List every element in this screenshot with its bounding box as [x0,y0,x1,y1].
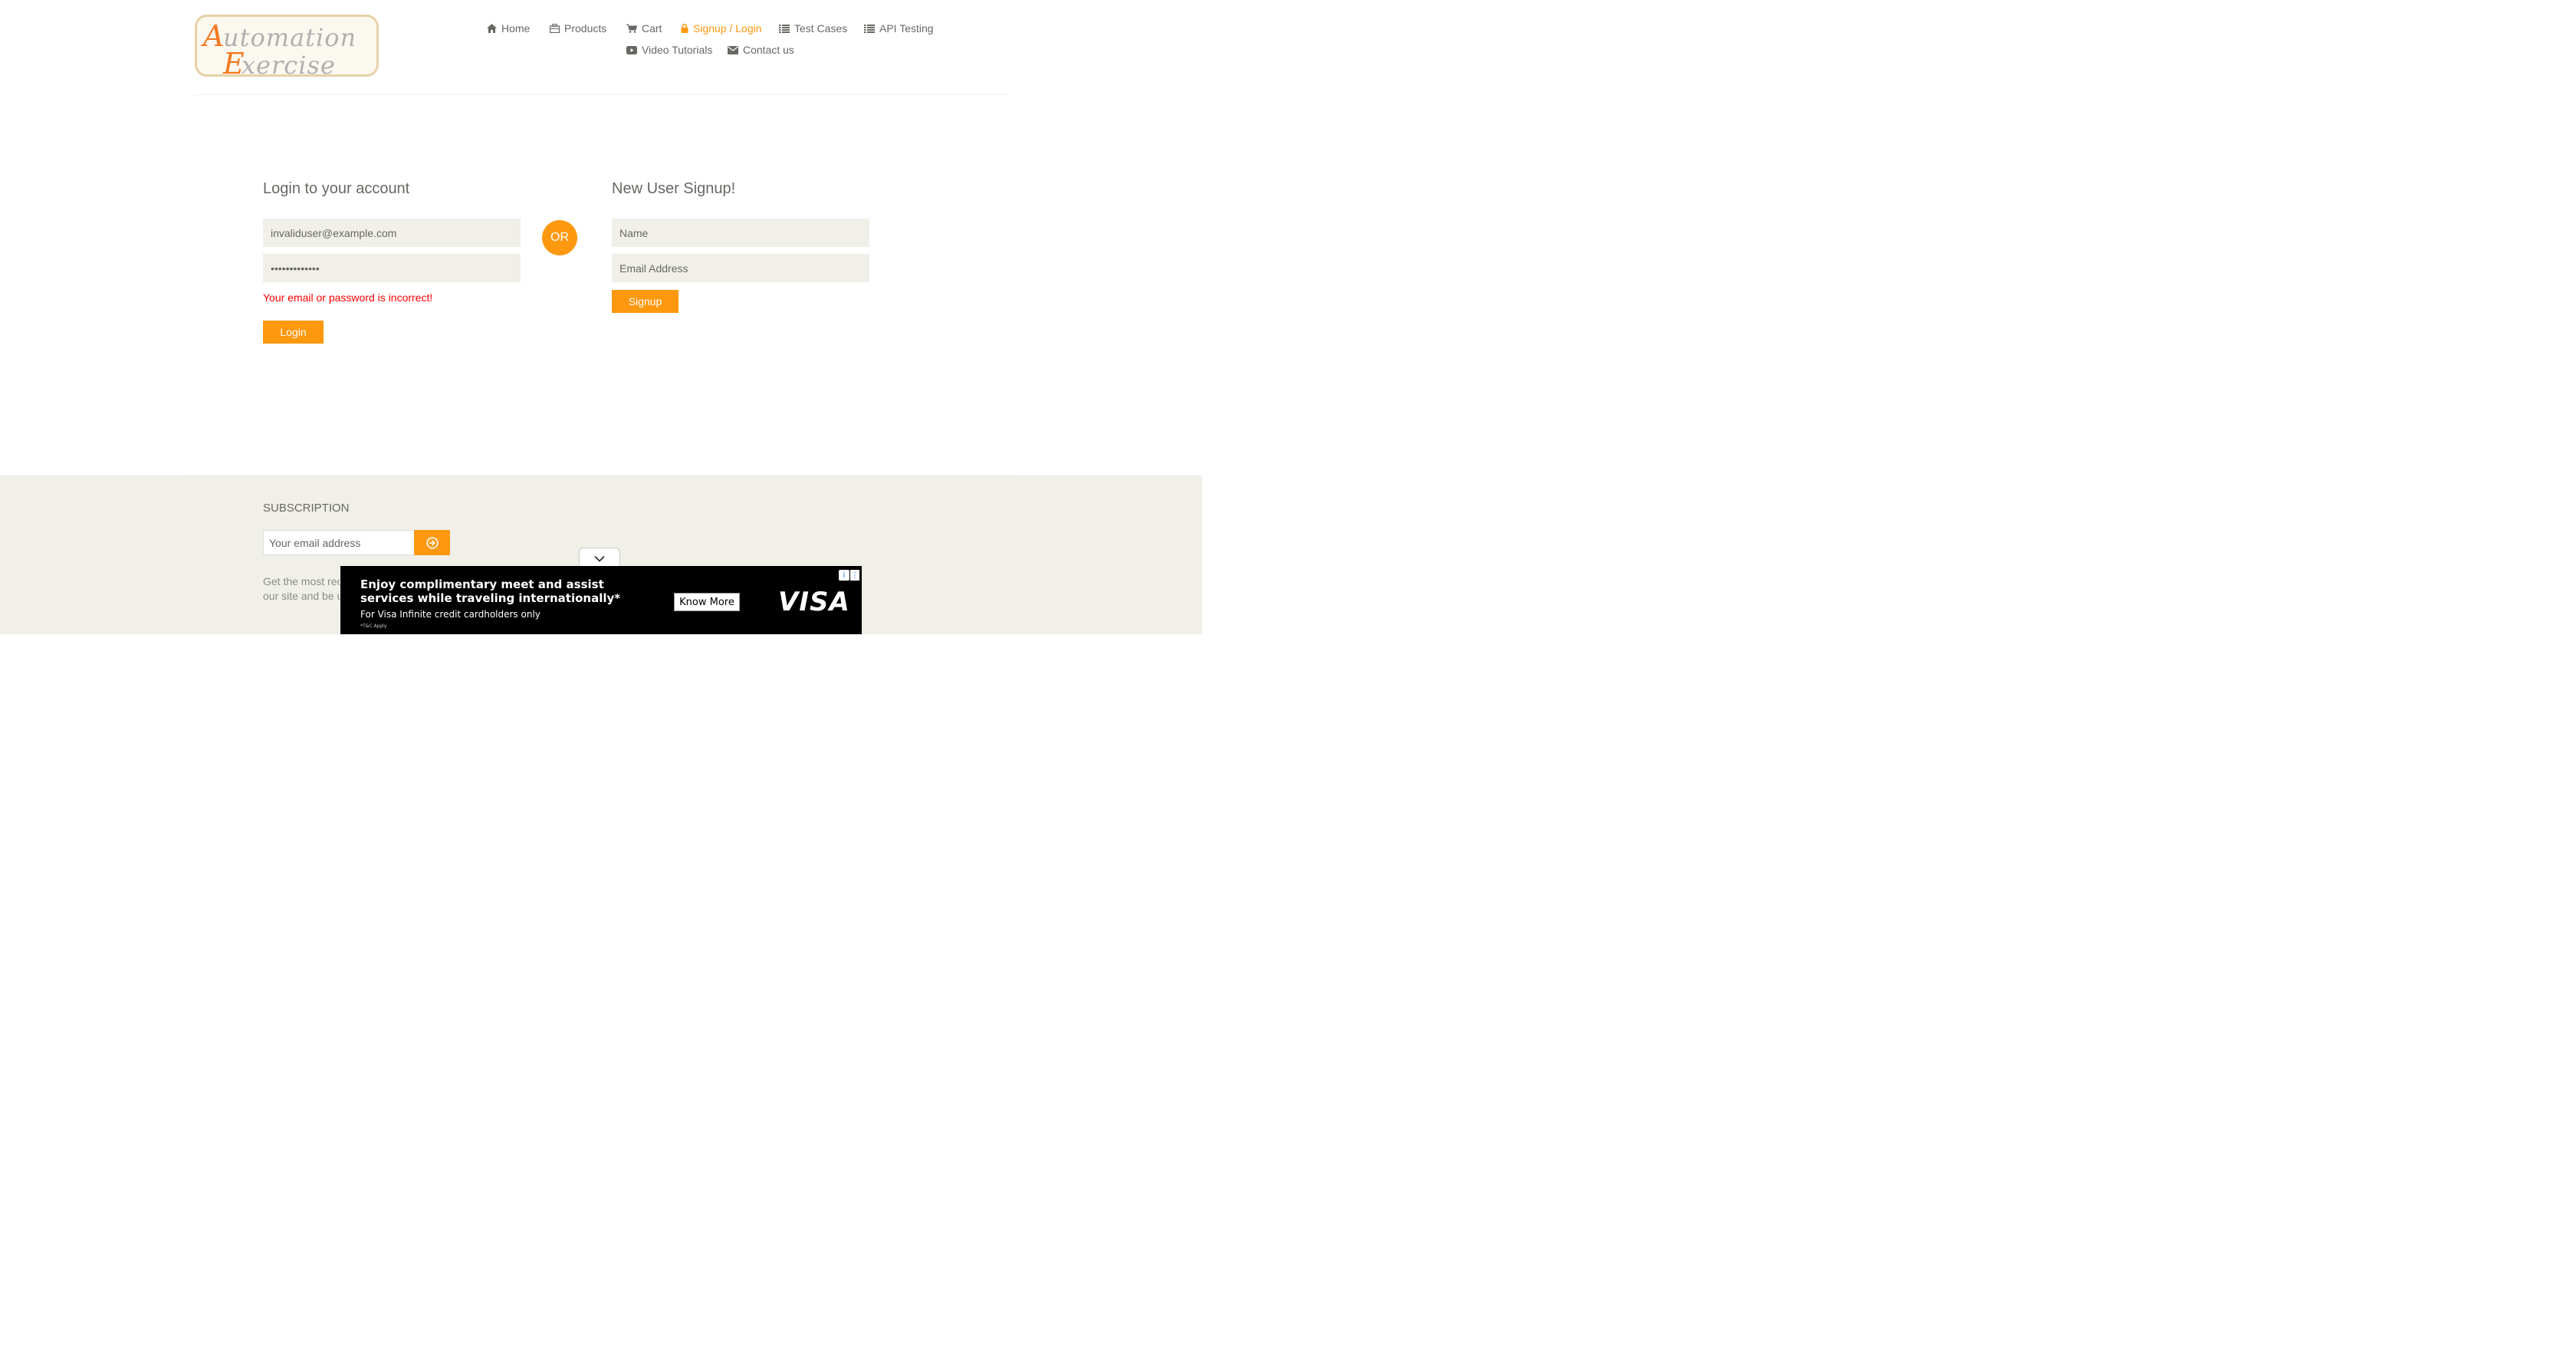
list-icon [864,24,875,33]
header-divider [193,94,1009,95]
login-password-input[interactable] [263,254,521,282]
login-email-input[interactable] [263,219,521,247]
footer-divider [181,475,1021,476]
nav-products[interactable]: Products [550,22,606,35]
subscription-description-line1: Get the most rece [263,575,340,587]
nav-contact-us-label: Contact us [743,44,794,56]
arrow-circle-right-icon [426,536,439,549]
envelope-icon [728,45,738,54]
ad-subline: For Visa Infinite credit cardholders onl… [360,609,540,620]
signup-title: New User Signup! [612,180,736,197]
nav-api-testing[interactable]: API Testing [864,22,934,35]
signup-name-input[interactable] [612,219,869,247]
subscription-description: Get the most rece our site and be up [263,574,340,604]
list-icon [779,24,790,33]
nav-products-label: Products [564,22,607,35]
subscribe-button[interactable] [414,530,450,555]
signup-email-input[interactable] [612,254,869,282]
ad-know-more-button[interactable]: Know More [674,593,740,611]
subscription-email-input[interactable] [263,530,415,555]
login-title: Login to your account [263,180,410,197]
ad-collapse-toggle[interactable] [579,548,620,568]
or-divider: OR [542,220,577,255]
login-error-message: Your email or password is incorrect! [263,291,433,304]
site-logo[interactable]: A utomation E xercise [195,15,379,79]
nav-cart-label: Cart [642,22,662,35]
nav-test-cases-label: Test Cases [794,22,848,35]
briefcase-icon [550,24,560,33]
logo-line2-rest: xercise [242,51,336,79]
subscription-title: SUBSCRIPTION [263,502,350,515]
nav-signup-login[interactable]: Signup / Login [681,22,762,35]
login-button[interactable]: Login [263,321,324,344]
home-icon [487,24,497,33]
nav-contact-us[interactable]: Contact us [728,44,794,56]
nav-test-cases[interactable]: Test Cases [779,22,847,35]
nav-video-tutorials-label: Video Tutorials [642,44,713,56]
subscription-description-line2: our site and be up [263,590,340,602]
nav-video-tutorials[interactable]: Video Tutorials [626,44,712,56]
nav-home[interactable]: Home [487,22,530,35]
signup-button[interactable]: Signup [612,290,678,313]
ad-info-icon[interactable]: i [839,570,849,581]
ad-headline: Enjoy complimentary meet and assist serv… [360,577,621,605]
ad-menu-icon[interactable]: ⋮ [850,570,859,581]
logo-wordmark: A utomation E xercise [201,19,356,79]
cart-icon [626,24,637,33]
nav-api-testing-label: API Testing [879,22,934,35]
chevron-down-icon [594,555,605,562]
ad-fineprint: *T&C Apply [360,624,387,629]
lock-icon [681,24,688,33]
ad-brand-logo: VISA [778,587,850,617]
youtube-play-icon [626,45,637,54]
logo-initial-a: A [201,19,224,53]
nav-signup-login-label: Signup / Login [693,22,762,35]
nav-cart[interactable]: Cart [626,22,662,35]
ad-banner[interactable]: Enjoy complimentary meet and assist serv… [340,566,862,634]
nav-home-label: Home [501,22,531,35]
